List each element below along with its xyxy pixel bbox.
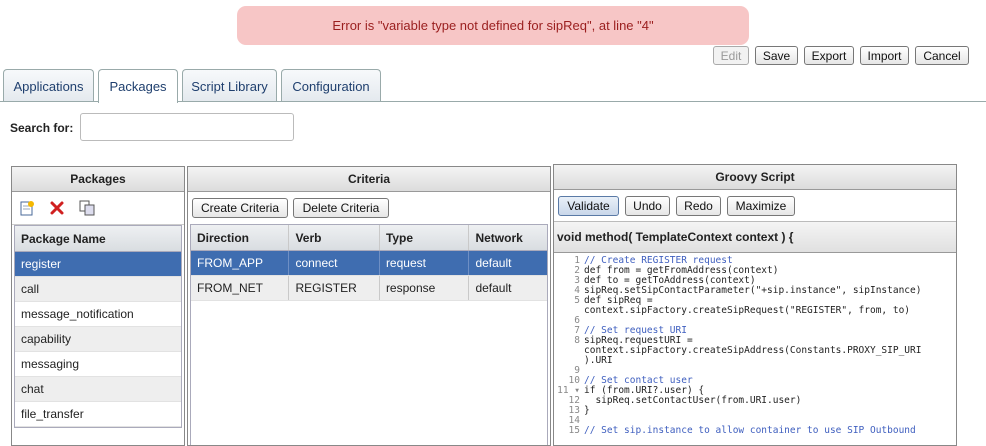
code-editor[interactable]: 1// Create REGISTER request 2 def from = g… bbox=[554, 253, 956, 436]
tab-applications[interactable]: Applications bbox=[3, 69, 94, 102]
new-package-icon[interactable] bbox=[18, 199, 36, 217]
direction-header: Direction bbox=[191, 225, 290, 250]
verb-cell: REGISTER bbox=[289, 276, 380, 300]
package-row-messaging[interactable]: messaging bbox=[15, 352, 181, 377]
groovy-script-title: Groovy Script bbox=[554, 165, 956, 190]
code-line: 13} bbox=[554, 406, 956, 416]
code-text: context.sipFactory.createSipRequest("REG… bbox=[584, 305, 911, 316]
delete-criteria-button[interactable]: Delete Criteria bbox=[293, 198, 389, 218]
type-cell: response bbox=[380, 276, 470, 300]
code-text: } bbox=[584, 405, 590, 416]
code-text: sipReq.setContactUser(from.URI.user) bbox=[584, 395, 802, 406]
line-number: 15 bbox=[568, 425, 580, 436]
criteria-panel-title: Criteria bbox=[188, 167, 550, 192]
save-button[interactable]: Save bbox=[755, 46, 798, 65]
package-row-capability[interactable]: capability bbox=[15, 327, 181, 352]
package-row-file-transfer[interactable]: file_transfer bbox=[15, 402, 181, 427]
error-message: Error is "variable type not defined for … bbox=[332, 18, 654, 33]
search-input[interactable] bbox=[80, 113, 294, 141]
packages-panel: Packages Package Name register call mess… bbox=[11, 166, 185, 446]
criteria-header-row: Direction Verb Type Network bbox=[191, 225, 547, 251]
package-row-message-notification[interactable]: message_notification bbox=[15, 302, 181, 327]
network-cell: default bbox=[475, 281, 512, 295]
package-name-header: Package Name bbox=[15, 226, 181, 252]
code-text: // Set sip.instance to allow container t… bbox=[584, 425, 916, 436]
search-label: Search for: bbox=[10, 121, 74, 135]
packages-table: Package Name register call message_notif… bbox=[14, 225, 182, 428]
code-line: context.sipFactory.createSipRequest("REG… bbox=[554, 306, 956, 316]
verb-cell: connect bbox=[289, 251, 380, 275]
tab-packages[interactable]: Packages bbox=[98, 69, 178, 103]
script-toolbar: Validate Undo Redo Maximize bbox=[554, 190, 956, 222]
criteria-row[interactable]: FROM_NET REGISTER response default bbox=[191, 276, 547, 301]
import-button[interactable]: Import bbox=[860, 46, 909, 65]
groovy-script-panel: Groovy Script Validate Undo Redo Maximiz… bbox=[553, 164, 957, 446]
code-text: context.sipFactory.createSipAddress(Cons… bbox=[584, 345, 922, 356]
direction-cell: FROM_NET bbox=[191, 276, 290, 300]
package-row-chat[interactable]: chat bbox=[15, 377, 181, 402]
line-number: 5 bbox=[574, 295, 580, 306]
network-header: Network bbox=[475, 230, 523, 245]
type-cell: request bbox=[380, 251, 470, 275]
direction-cell: FROM_APP bbox=[191, 251, 290, 275]
method-signature: void method( TemplateContext context ) { bbox=[554, 222, 956, 253]
code-line: 15 // Set sip.instance to allow container… bbox=[554, 426, 956, 436]
package-row-call[interactable]: call bbox=[15, 277, 181, 302]
export-button[interactable]: Export bbox=[804, 46, 854, 65]
criteria-panel: Criteria Create Criteria Delete Criteria… bbox=[187, 166, 551, 446]
packages-panel-title: Packages bbox=[12, 167, 184, 192]
code-text: ).URI bbox=[584, 355, 613, 366]
maximize-button[interactable]: Maximize bbox=[727, 195, 795, 216]
create-criteria-button[interactable]: Create Criteria bbox=[192, 198, 288, 218]
delete-package-icon[interactable] bbox=[48, 199, 66, 217]
verb-header: Verb bbox=[289, 225, 380, 250]
redo-button[interactable]: Redo bbox=[676, 195, 721, 216]
code-line: context.sipFactory.createSipAddress(Cons… bbox=[554, 346, 956, 356]
edit-button[interactable]: Edit bbox=[713, 46, 749, 65]
type-header: Type bbox=[380, 225, 470, 250]
tab-configuration[interactable]: Configuration bbox=[281, 69, 381, 102]
criteria-toolbar: Create Criteria Delete Criteria bbox=[188, 192, 550, 224]
criteria-row[interactable]: FROM_APP connect request default bbox=[191, 251, 547, 276]
cancel-button[interactable]: Cancel bbox=[915, 46, 969, 65]
undo-button[interactable]: Undo bbox=[625, 195, 670, 216]
error-banner: Error is "variable type not defined for … bbox=[237, 6, 749, 45]
line-number: 8 bbox=[574, 335, 580, 346]
tab-script-library[interactable]: Script Library bbox=[182, 69, 277, 102]
package-row-register[interactable]: register bbox=[15, 252, 181, 277]
packages-toolbar bbox=[12, 192, 184, 225]
code-line: ).URI bbox=[554, 356, 956, 366]
criteria-table: Direction Verb Type Network FROM_APP con… bbox=[190, 224, 548, 445]
validate-button[interactable]: Validate bbox=[558, 195, 619, 216]
code-line: 12 sipReq.setContactUser(from.URI.user) bbox=[554, 396, 956, 406]
copy-package-icon[interactable] bbox=[78, 199, 96, 217]
network-cell: default bbox=[475, 256, 512, 270]
